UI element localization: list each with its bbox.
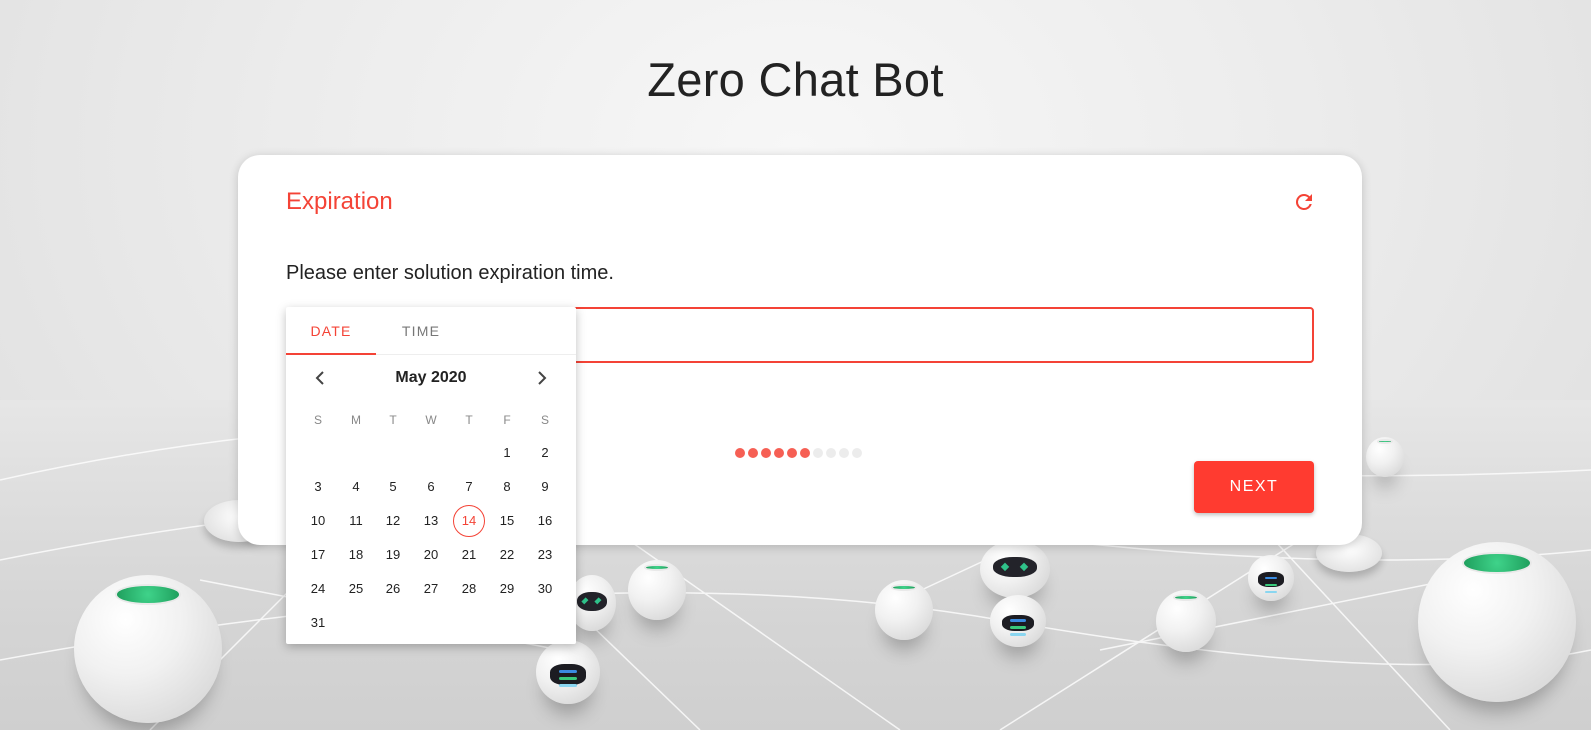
calendar-day[interactable]: 7 (453, 471, 485, 503)
calendar-day[interactable]: 9 (529, 471, 561, 503)
calendar-day[interactable]: 25 (340, 573, 372, 605)
page-title: Zero Chat Bot (647, 53, 944, 106)
robot-large-left (74, 575, 222, 723)
picker-tabs: DATE TIME (286, 307, 576, 355)
robot-small-7 (1156, 590, 1216, 652)
calendar-day[interactable]: 27 (415, 573, 447, 605)
robot-small-9 (1366, 437, 1404, 477)
calendar-day[interactable]: 21 (453, 539, 485, 571)
calendar-day[interactable]: 13 (415, 505, 447, 537)
calendar-day[interactable]: 3 (302, 471, 334, 503)
robot-small-6 (990, 595, 1046, 647)
progress-dot (761, 448, 771, 458)
calendar-day[interactable]: 1 (491, 437, 523, 469)
calendar-day[interactable]: 17 (302, 539, 334, 571)
calendar-day[interactable]: 24 (302, 573, 334, 605)
calendar-day[interactable]: 23 (529, 539, 561, 571)
weekday-label: S (313, 413, 322, 427)
calendar-day[interactable]: 16 (529, 505, 561, 537)
tab-time[interactable]: TIME (376, 307, 466, 355)
refresh-icon[interactable] (1292, 190, 1316, 214)
calendar-day[interactable]: 30 (529, 573, 561, 605)
calendar-day[interactable]: 31 (302, 607, 334, 639)
progress-dot (852, 448, 862, 458)
chevron-right-icon[interactable] (530, 366, 554, 390)
calendar-day[interactable]: 8 (491, 471, 523, 503)
calendar-day[interactable]: 26 (377, 573, 409, 605)
calendar-day[interactable]: 5 (377, 471, 409, 503)
calendar-day[interactable]: 2 (529, 437, 561, 469)
progress-dot (826, 448, 836, 458)
progress-dot (813, 448, 823, 458)
next-button[interactable]: NEXT (1194, 461, 1314, 513)
calendar-day[interactable]: 11 (340, 505, 372, 537)
calendar-day-today[interactable]: 14 (453, 505, 485, 537)
progress-dot (839, 448, 849, 458)
robot-small-3 (628, 560, 686, 620)
progress-dot (800, 448, 810, 458)
calendar-day[interactable]: 29 (491, 573, 523, 605)
calendar-day[interactable]: 20 (415, 539, 447, 571)
calendar-day[interactable]: 22 (491, 539, 523, 571)
card-title: Expiration (286, 188, 393, 215)
date-picker: DATE TIME May 2020 SMTWTFS 1 2 3 4 5 6 7 8 9 10 11… (286, 307, 576, 644)
progress-dot (748, 448, 758, 458)
progress-dot (787, 448, 797, 458)
calendar-day[interactable]: 10 (302, 505, 334, 537)
calendar-day[interactable]: 6 (415, 471, 447, 503)
robot-small-5 (980, 540, 1050, 598)
calendar-day[interactable]: 19 (377, 539, 409, 571)
robot-small-1 (536, 640, 600, 704)
weekday-label: M (351, 413, 361, 427)
calendar-day[interactable]: 12 (377, 505, 409, 537)
weekday-label: W (425, 413, 437, 427)
progress-dot (774, 448, 784, 458)
calendar-day[interactable]: 28 (453, 573, 485, 605)
calendar-day[interactable]: 15 (491, 505, 523, 537)
prompt-text: Please enter solution expiration time. (286, 262, 614, 284)
progress-dots (735, 448, 862, 458)
weekday-label: S (540, 413, 549, 427)
calendar-day[interactable]: 4 (340, 471, 372, 503)
robot-small-4 (875, 580, 933, 640)
progress-dot (735, 448, 745, 458)
tab-date[interactable]: DATE (286, 307, 376, 355)
weekday-label: F (503, 413, 511, 427)
weekday-label: T (465, 413, 473, 427)
robot-large-right (1418, 542, 1576, 702)
calendar-day[interactable]: 18 (340, 539, 372, 571)
weekday-label: T (389, 413, 397, 427)
robot-small-8 (1248, 555, 1294, 601)
